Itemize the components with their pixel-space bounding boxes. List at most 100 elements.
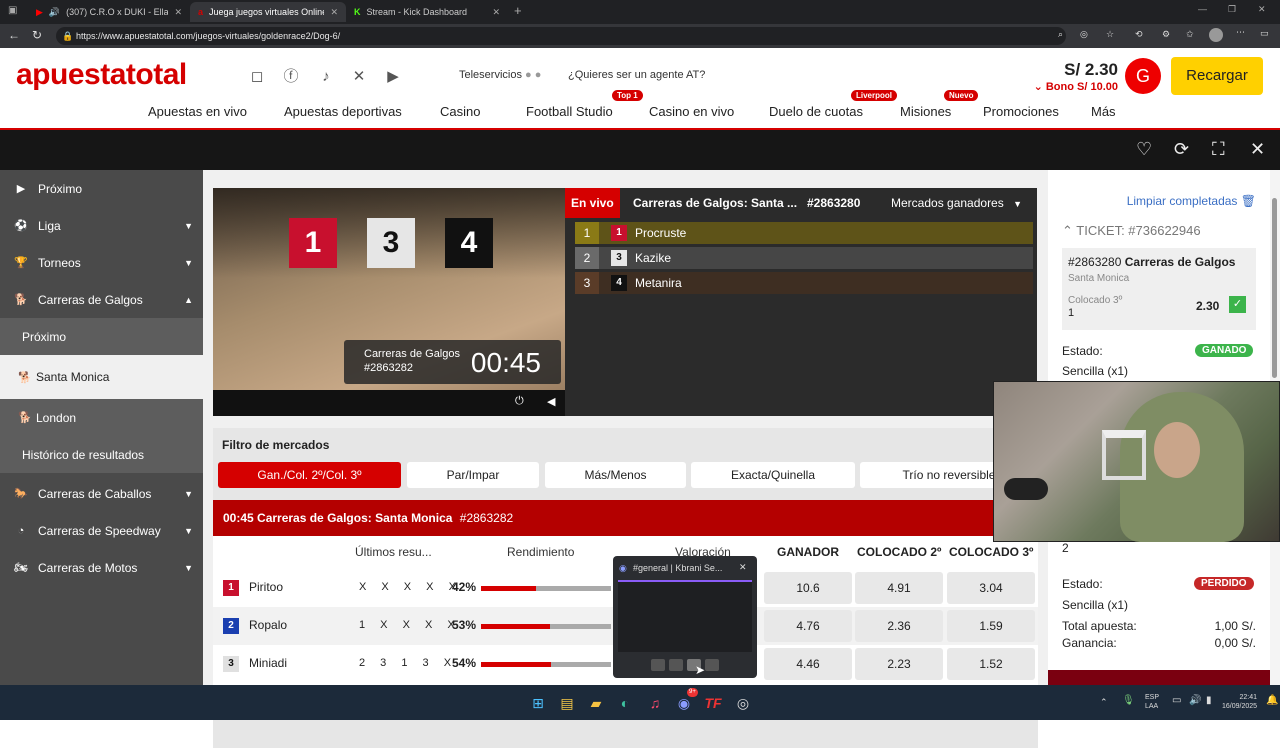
mic-icon[interactable] (669, 659, 683, 671)
x-twitter-icon[interactable]: ✕ (350, 68, 368, 86)
back-icon[interactable]: ← (8, 28, 20, 42)
sidebar-item-torneos[interactable]: 🏆 Torneos ▼ (0, 244, 203, 281)
browser-tab-youtube[interactable]: ▶ 🔊 (307) C.R.O x DUKI - Ella es c ✕ (28, 2, 190, 22)
tiktok-icon[interactable]: ♪ (317, 68, 335, 86)
refresh-icon[interactable]: ↻ (32, 28, 42, 42)
file-explorer-icon[interactable]: ▰ (586, 693, 606, 713)
sidebar-item-carreras-de-galgos[interactable]: 🐕 Carreras de Galgos ▲ (0, 281, 203, 318)
teleservicios-link[interactable]: Teleservicios ● ● (459, 69, 541, 81)
user-avatar[interactable]: G (1125, 58, 1161, 94)
nav-duelo-de-cuotas[interactable]: Duelo de cuotas Liverpool (769, 90, 898, 119)
odds-colocado-2[interactable]: 4.91 (855, 572, 943, 604)
edge-icon[interactable]: ◐ (615, 693, 635, 713)
store-icon[interactable]: ▤ (557, 693, 577, 713)
odds-colocado-3[interactable]: 3.04 (947, 572, 1035, 604)
window-menu-icon[interactable]: ▣ (8, 5, 17, 16)
sidebar-item-caballos[interactable]: 🐎 Carreras de Caballos ▼ (0, 475, 203, 512)
nav-apuestas-en-vivo[interactable]: Apuestas en vivo (148, 104, 247, 119)
odds-colocado-2[interactable]: 2.23 (855, 648, 943, 680)
tray-chevron-icon[interactable]: ⌃ (1100, 697, 1108, 708)
nav-casino-en-vivo[interactable]: Casino en vivo (649, 104, 734, 119)
zoom-icon[interactable]: ⌕ (1058, 29, 1063, 40)
recargar-button[interactable]: Recargar (1171, 57, 1263, 95)
clear-completed-link[interactable]: Limpiar completadas 🗑 (1062, 194, 1256, 208)
volume-icon[interactable]: ◀ (547, 395, 555, 408)
browser-tab-apuestatotal[interactable]: a Juega juegos virtuales Online | Ap ✕ (190, 2, 346, 22)
apuestatotal-favicon-icon: a (198, 7, 204, 17)
odds-colocado-3[interactable]: 1.52 (947, 648, 1035, 680)
close-tab-icon[interactable]: ✕ (492, 7, 500, 18)
youtube-icon[interactable]: ▶ (384, 68, 402, 86)
clock[interactable]: 22:41 16/09/2025 (1222, 693, 1257, 711)
minimize-icon[interactable]: — (1198, 4, 1207, 14)
dog-number-badge: 3 (611, 250, 627, 266)
nav-football-studio[interactable]: Football Studio Top 1 (526, 90, 643, 119)
nav-promociones[interactable]: Promociones (983, 104, 1059, 119)
language-indicator[interactable]: ESP LAA (1145, 693, 1159, 711)
profile-icon[interactable] (1209, 28, 1223, 42)
close-icon[interactable]: ✕ (739, 562, 747, 573)
odds-colocado-2[interactable]: 2.36 (855, 610, 943, 642)
sidebar-item-proximo[interactable]: ▶ Próximo (0, 170, 203, 207)
settings-extension-icon[interactable]: ⚙ (1162, 29, 1170, 40)
filter-mas-menos[interactable]: Más/Menos (545, 462, 686, 488)
camera-icon[interactable] (651, 659, 665, 671)
apuestatotal-logo[interactable]: apuestatotal (16, 58, 187, 92)
close-tab-icon[interactable]: ✕ (174, 7, 182, 18)
music-app-icon[interactable]: ♫ (645, 693, 665, 713)
refresh-icon[interactable]: ⟳ (1174, 139, 1189, 160)
battery-icon[interactable]: ▮ (1206, 695, 1212, 706)
filter-ganador-colocado[interactable]: Gan./Col. 2º/Col. 3º (218, 462, 401, 488)
sidebar-item-motos[interactable]: 🏍 Carreras de Motos ▼ (0, 549, 203, 586)
instagram-icon[interactable]: ◻ (248, 68, 266, 86)
favorite-star-icon[interactable]: ☆ (1106, 29, 1114, 40)
odds-ganador[interactable]: 10.6 (764, 572, 852, 604)
sidebar-item-liga[interactable]: ⚽ Liga ▼ (0, 207, 203, 244)
facebook-icon[interactable]: ⓕ (282, 68, 300, 86)
odds-colocado-3[interactable]: 1.59 (947, 610, 1035, 642)
restore-icon[interactable]: ❐ (1228, 4, 1236, 15)
obs-icon[interactable]: ◎ (733, 693, 753, 713)
fullscreen-icon[interactable]: ⛶ (1212, 139, 1225, 160)
odds-ganador[interactable]: 4.76 (764, 610, 852, 642)
close-tab-icon[interactable]: ✕ (330, 7, 338, 18)
sidebar-item-speedway[interactable]: ◔ Carreras de Speedway ▼ (0, 512, 203, 549)
markets-dropdown[interactable]: Mercados ganadores ▼ (891, 196, 1022, 210)
start-icon[interactable]: ⊞ (528, 693, 548, 713)
sidebar-item-historico[interactable]: Histórico de resultados (0, 436, 203, 473)
more-menu-icon[interactable]: ⋯ (1236, 27, 1245, 38)
new-tab-icon[interactable]: + (514, 3, 522, 18)
volume-tray-icon[interactable]: 🔊 (1189, 695, 1201, 706)
url-field[interactable]: 🔒 https://www.apuestatotal.com/juegos-vi… (56, 27, 1066, 45)
race-video[interactable]: 1 3 4 Carreras de Galgos #2863282 00:45 … (213, 188, 571, 416)
browser-tab-kick[interactable]: K Stream - Kick Dashboard ✕ (346, 2, 508, 22)
close-window-icon[interactable]: ✕ (1258, 4, 1266, 15)
network-icon[interactable]: ▭ (1172, 695, 1181, 706)
sidebar-item-santa-monica[interactable]: 🐕 Santa Monica (0, 355, 203, 399)
nav-casino[interactable]: Casino (440, 104, 480, 119)
close-icon[interactable]: ✕ (1250, 139, 1265, 160)
reader-icon[interactable]: ◎ (1080, 29, 1088, 40)
discord-preview-popup[interactable]: ◉ #general | Kbrani Se... ✕ (613, 556, 757, 678)
power-icon[interactable]: ⏻ (515, 395, 524, 408)
filter-exacta-quinella[interactable]: Exacta/Quinella (691, 462, 855, 488)
filter-par-impar[interactable]: Par/Impar (407, 462, 539, 488)
hangup-icon[interactable] (705, 659, 719, 671)
sidebar-toggle-icon[interactable]: ▭ (1260, 28, 1269, 39)
heart-icon[interactable]: ♡ (1136, 139, 1152, 160)
nav-mas[interactable]: Más (1091, 104, 1116, 119)
extensions-icon[interactable]: ⟲ (1135, 29, 1143, 40)
notifications-icon[interactable]: 🔔 (1266, 695, 1278, 706)
mic-tray-icon[interactable]: 🎙 (1122, 695, 1135, 706)
ticket-id[interactable]: ⌃ TICKET: #736622946 (1062, 223, 1256, 239)
agent-link[interactable]: ¿Quieres ser un agente AT? (568, 69, 705, 81)
nav-apuestas-deportivas[interactable]: Apuestas deportivas (284, 104, 402, 119)
sidebar-item-london[interactable]: 🐕 London (0, 399, 203, 436)
tf-app-icon[interactable]: TF (703, 693, 723, 713)
balance-display[interactable]: S/ 2.30 ⌄ Bono S/ 10.00 (1034, 60, 1118, 93)
favorites-icon[interactable]: ✩ (1186, 29, 1194, 40)
discord-taskbar-icon[interactable]: ◉ 9+ (674, 688, 698, 713)
sidebar-item-galgos-proximo[interactable]: Próximo (0, 318, 203, 355)
nav-misiones[interactable]: Misiones Nuevo (900, 90, 979, 119)
odds-ganador[interactable]: 4.46 (764, 648, 852, 680)
